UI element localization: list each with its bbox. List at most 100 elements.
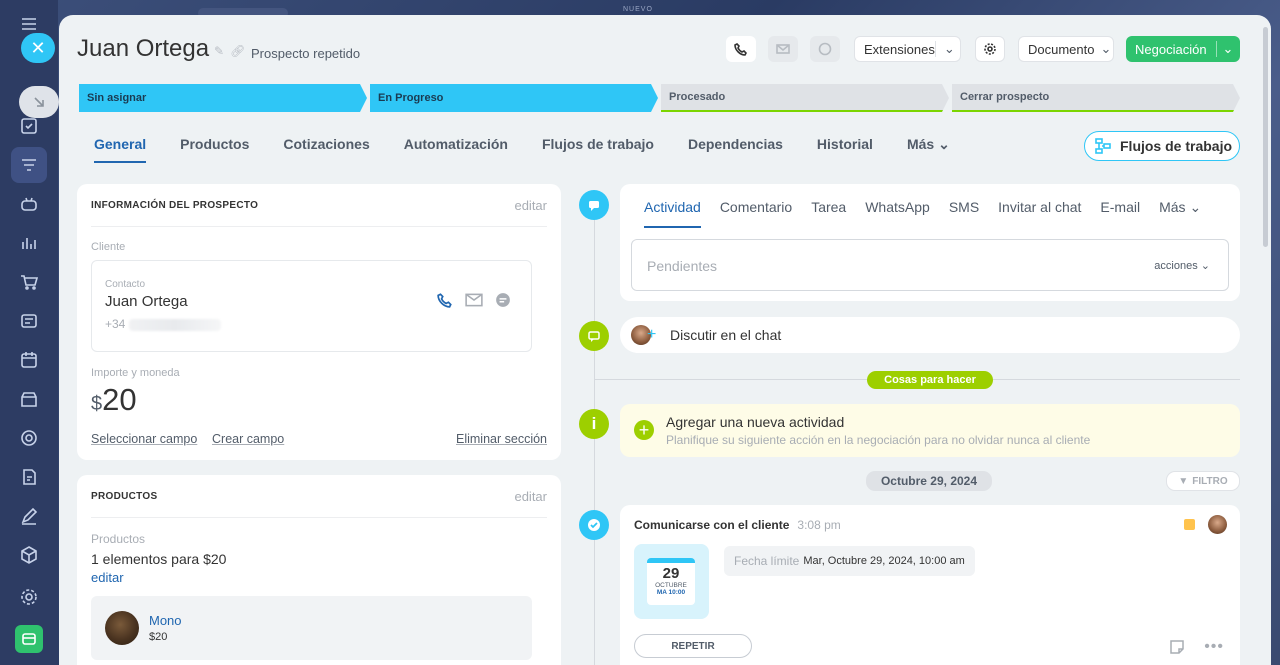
pen-icon[interactable] <box>15 502 43 530</box>
robot-icon[interactable] <box>15 190 43 218</box>
settings-gear-icon[interactable] <box>15 583 43 611</box>
chevron-down-icon: ⌄ <box>934 41 955 57</box>
cards-icon[interactable] <box>15 307 43 335</box>
stage-cerrar-prospecto[interactable]: Cerrar prospecto <box>952 84 1240 112</box>
settings-button[interactable] <box>975 36 1005 62</box>
product-price: $20 <box>149 631 168 643</box>
tab-comentario[interactable]: Comentario <box>720 199 792 228</box>
tab-more[interactable]: Más ⌄ <box>907 136 950 163</box>
chat-icon[interactable] <box>495 292 511 308</box>
deadline-label: Fecha límite <box>734 554 800 568</box>
deal-label: Negociación <box>1135 41 1207 57</box>
product-name[interactable]: Mono <box>149 613 182 628</box>
note-icon[interactable] <box>1169 639 1185 660</box>
close-slider-button[interactable]: ✕ <box>21 33 55 63</box>
store-icon[interactable] <box>15 385 43 413</box>
tab-flujos[interactable]: Flujos de trabajo <box>542 136 654 163</box>
app-market-icon[interactable] <box>15 625 43 653</box>
card-title: PRODUCTOS <box>91 491 158 502</box>
actions-label: acciones <box>1154 260 1198 272</box>
extensions-dropdown[interactable]: Extensiones ⌄ <box>854 36 961 62</box>
box-icon[interactable] <box>15 541 43 569</box>
comment-icon <box>589 201 599 211</box>
pending-input[interactable]: Pendientes acciones ⌄ <box>631 239 1229 291</box>
page-subtitle: Prospecto repetido <box>251 46 361 61</box>
priority-flag-icon[interactable] <box>1184 519 1195 530</box>
filter-icon: ▼ <box>1178 475 1189 487</box>
gear-icon <box>984 43 996 55</box>
tab-automatizacion[interactable]: Automatización <box>404 136 508 163</box>
task-title[interactable]: Comunicarse con el cliente 3:08 pm <box>634 518 841 532</box>
tab-whatsapp[interactable]: WhatsApp <box>865 199 930 228</box>
edit-link[interactable]: editar <box>514 489 547 504</box>
more-options-icon[interactable]: ••• <box>1204 638 1224 656</box>
tab-activity-more[interactable]: Más ⌄ <box>1159 199 1201 228</box>
tab-historial[interactable]: Historial <box>817 136 873 163</box>
contact-name[interactable]: Juan Ortega <box>105 293 188 310</box>
tab-tarea[interactable]: Tarea <box>811 199 846 228</box>
task-title-text: Comunicarse con el cliente <box>634 518 790 532</box>
chevron-down-icon: ⌄ <box>938 136 950 152</box>
contact-label: Contacto <box>105 279 146 290</box>
document-dropdown[interactable]: Documento ⌄ <box>1018 36 1114 62</box>
chevron-down-icon: ⌄ <box>1200 260 1210 272</box>
phone-prefix: +34 <box>105 317 126 331</box>
chevron-down-icon: ⌄ <box>1189 199 1202 215</box>
edit-link[interactable]: editar <box>514 198 547 213</box>
timeline-task-dot <box>579 510 609 540</box>
tab-productos[interactable]: Productos <box>180 136 249 163</box>
create-field-link[interactable]: Crear campo <box>212 432 284 446</box>
activity-editor: Actividad Comentario Tarea WhatsApp SMS … <box>620 184 1240 301</box>
deadline-box[interactable]: Fecha límite Mar, Octubre 29, 2024, 10:0… <box>724 546 975 576</box>
workflows-button[interactable]: Flujos de trabajo <box>1084 131 1240 161</box>
email-button[interactable] <box>768 36 798 62</box>
call-button[interactable] <box>726 36 756 62</box>
tab-cotizaciones[interactable]: Cotizaciones <box>283 136 369 163</box>
stage-sin-asignar[interactable]: Sin asignar <box>79 84 367 112</box>
target-icon[interactable] <box>15 424 43 452</box>
document-sign-icon[interactable] <box>15 463 43 491</box>
stage-procesado[interactable]: Procesado <box>661 84 949 112</box>
products-edit-link[interactable]: editar <box>91 570 124 585</box>
crm-funnel-icon[interactable] <box>11 147 47 183</box>
phone-blurred <box>128 318 221 331</box>
chevron-down-icon[interactable]: ⌄ <box>1215 41 1233 57</box>
card-title: INFORMACIÓN DEL PROSPECTO <box>91 200 259 211</box>
envelope-icon[interactable] <box>465 292 483 308</box>
tab-sms[interactable]: SMS <box>949 199 979 228</box>
calendar-icon[interactable] <box>15 346 43 374</box>
tab-dependencias[interactable]: Dependencias <box>688 136 783 163</box>
contact-phone[interactable]: +34 <box>105 317 221 331</box>
cart-icon[interactable] <box>15 268 43 296</box>
responsible-avatar[interactable] <box>1208 515 1227 534</box>
select-field-link[interactable]: Seleccionar campo <box>91 432 197 446</box>
chat-discuss-row[interactable]: + Discutir en el chat <box>620 317 1240 353</box>
chat-button[interactable] <box>810 36 840 62</box>
repeat-button[interactable]: REPETIR <box>634 634 752 658</box>
delete-section-link[interactable]: Eliminar sección <box>456 432 547 446</box>
products-card: PRODUCTOS editar Productos 1 elementos p… <box>77 475 561 665</box>
amount-value[interactable]: $20 <box>91 382 137 418</box>
envelope-icon <box>776 44 790 54</box>
tab-invitar-chat[interactable]: Invitar al chat <box>998 199 1081 228</box>
analytics-icon[interactable] <box>15 229 43 257</box>
actions-dropdown[interactable]: acciones ⌄ <box>1154 259 1210 272</box>
extensions-label: Extensiones <box>864 41 935 57</box>
add-circle-icon[interactable]: + <box>634 420 654 440</box>
edit-pencil-icon[interactable]: ✎ <box>214 44 224 58</box>
tab-actividad[interactable]: Actividad <box>644 199 701 228</box>
tab-email[interactable]: E-mail <box>1100 199 1140 228</box>
new-activity-card[interactable]: + Agregar una nueva actividad Planifique… <box>620 404 1240 457</box>
header-actions <box>726 36 840 62</box>
stage-en-progreso[interactable]: En Progreso <box>370 84 658 112</box>
product-item[interactable]: Mono $20 <box>91 596 532 660</box>
phone-icon[interactable] <box>437 292 453 308</box>
filter-button[interactable]: ▼ FILTRO <box>1166 471 1240 491</box>
panel-scrollbar[interactable] <box>1263 27 1268 247</box>
products-summary: 1 elementos para $20 <box>91 551 227 567</box>
collapse-slider-button[interactable] <box>19 86 59 118</box>
deal-button[interactable]: Negociación ⌄ <box>1126 36 1240 62</box>
chevron-down-icon: ⌄ <box>1100 41 1112 56</box>
link-icon[interactable]: 🔗︎ <box>230 44 245 58</box>
tab-general[interactable]: General <box>94 136 147 163</box>
